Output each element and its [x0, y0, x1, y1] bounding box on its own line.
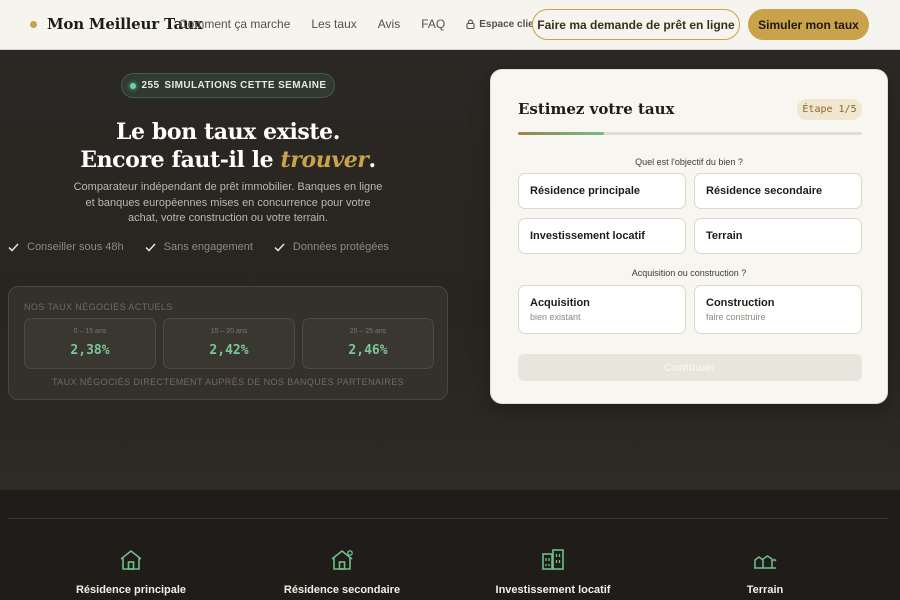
headline-accent-word: trouver: [280, 147, 369, 173]
simulations-badge: 255 SIMULATIONS CETTE SEMAINE: [121, 73, 335, 98]
option-terrain[interactable]: Terrain: [694, 218, 862, 254]
brand-dot-icon: [30, 20, 37, 28]
rate-card-15-20: 15 – 20 ans 2,42%: [163, 318, 295, 369]
nav-link-les-taux[interactable]: Les taux: [311, 17, 356, 31]
house-plus-icon: [331, 550, 353, 570]
rates-footer: TAUX NÉGOCIÉS DIRECTEMENT AUPRÈS DE NOS …: [52, 377, 404, 387]
option-label: Acquisition: [530, 297, 590, 309]
headline-line-2-prefix: Encore faut-il le: [80, 147, 281, 173]
option-sublabel: bien existant: [530, 312, 581, 322]
question-objective: Quel est l'objectif du bien ?: [635, 157, 743, 167]
property-type-label: Terrain: [746, 584, 784, 596]
hero-headline: Le bon taux existe. Encore faut-il le tr…: [0, 118, 456, 174]
headline-line-2-suffix: .: [368, 147, 377, 173]
nav-links: Comment ça marche Les taux Avis FAQ Espa…: [179, 17, 543, 31]
question-acquisition: Acquisition ou construction ?: [631, 268, 747, 278]
top-nav: Mon Meilleur Taux Comment ça marche Les …: [0, 0, 900, 50]
rate-range: 20 – 25 ans: [349, 328, 387, 335]
step-badge: Étape 1/5: [797, 99, 862, 120]
buildings-icon: [542, 549, 564, 570]
option-label: Résidence secondaire: [706, 185, 823, 197]
option-label: Résidence principale: [530, 185, 641, 197]
hero-subtitle: Comparateur indépendant de prêt immobili…: [73, 181, 383, 224]
simulations-count: 255: [141, 80, 160, 91]
option-label: Terrain: [706, 230, 743, 242]
option-sublabel: faire construire: [706, 312, 766, 322]
rate-value: 2,42%: [209, 343, 249, 358]
check-label: Sans engagement: [163, 241, 253, 253]
rates-title: NOS TAUX NÉGOCIÉS ACTUELS: [24, 302, 173, 312]
option-label: Construction: [706, 297, 775, 309]
rate-range: 15 – 20 ans: [210, 328, 248, 335]
form-progress-bar: [518, 132, 862, 135]
option-residence-principale[interactable]: Résidence principale: [518, 173, 686, 209]
checkmark-icon: [274, 242, 285, 252]
headline-line-1: Le bon taux existe.: [115, 119, 341, 145]
nav-link-faq[interactable]: FAQ: [421, 17, 445, 31]
rate-value: 2,38%: [70, 343, 110, 358]
lock-icon: [466, 19, 475, 29]
simulations-text: SIMULATIONS CETTE SEMAINE: [164, 80, 327, 91]
brand-logo[interactable]: Mon Meilleur Taux: [30, 15, 203, 33]
check-label: Données protégées: [292, 241, 389, 253]
check-label: Conseiller sous 48h: [27, 241, 124, 253]
form-progress-fill: [518, 132, 604, 135]
rate-estimate-form: Estimez votre taux Étape 1/5 Quel est l'…: [490, 69, 888, 404]
property-type-investissement-locatif[interactable]: Investissement locatif: [463, 548, 643, 596]
trust-checks: Conseiller sous 48h Sans engagement Donn…: [8, 241, 410, 253]
checkmark-icon: [145, 242, 156, 252]
property-type-residence-principale[interactable]: Résidence principale: [41, 548, 221, 596]
option-acquisition[interactable]: Acquisition bien existant: [518, 285, 686, 334]
section-divider: [8, 518, 888, 519]
option-construction[interactable]: Construction faire construire: [694, 285, 862, 334]
property-type-label: Résidence secondaire: [283, 584, 401, 596]
rate-value: 2,46%: [348, 343, 388, 358]
negotiated-rates-panel: NOS TAUX NÉGOCIÉS ACTUELS 0 – 15 ans 2,3…: [8, 286, 448, 400]
option-investissement-locatif[interactable]: Investissement locatif: [518, 218, 686, 254]
form-title: Estimez votre taux: [518, 100, 675, 118]
property-type-residence-secondaire[interactable]: Résidence secondaire: [252, 548, 432, 596]
nav-link-comment-ca-marche[interactable]: Comment ça marche: [179, 17, 290, 31]
house-icon: [120, 550, 142, 570]
rate-range: 0 – 15 ans: [73, 328, 107, 335]
land-icon: [754, 555, 777, 569]
property-types-section: Résidence principale Résidence secondair…: [0, 490, 900, 600]
loan-request-button[interactable]: Faire ma demande de prêt en ligne: [532, 9, 740, 40]
checkmark-icon: [8, 242, 19, 252]
continue-button[interactable]: Continuer: [518, 354, 862, 381]
nav-link-avis[interactable]: Avis: [378, 17, 400, 31]
property-type-label: Résidence principale: [75, 584, 187, 596]
rate-card-20-25: 20 – 25 ans 2,46%: [302, 318, 434, 369]
check-item: Sans engagement: [145, 241, 253, 253]
simulate-rate-button[interactable]: Simuler mon taux: [748, 9, 869, 40]
property-type-label: Investissement locatif: [495, 584, 611, 596]
check-item: Données protégées: [274, 241, 389, 253]
check-item: Conseiller sous 48h: [8, 241, 124, 253]
live-dot-icon: [129, 82, 136, 89]
option-label: Investissement locatif: [530, 230, 645, 242]
rate-card-0-15: 0 – 15 ans 2,38%: [24, 318, 156, 369]
property-type-terrain[interactable]: Terrain: [675, 548, 855, 596]
option-residence-secondaire[interactable]: Résidence secondaire: [694, 173, 862, 209]
